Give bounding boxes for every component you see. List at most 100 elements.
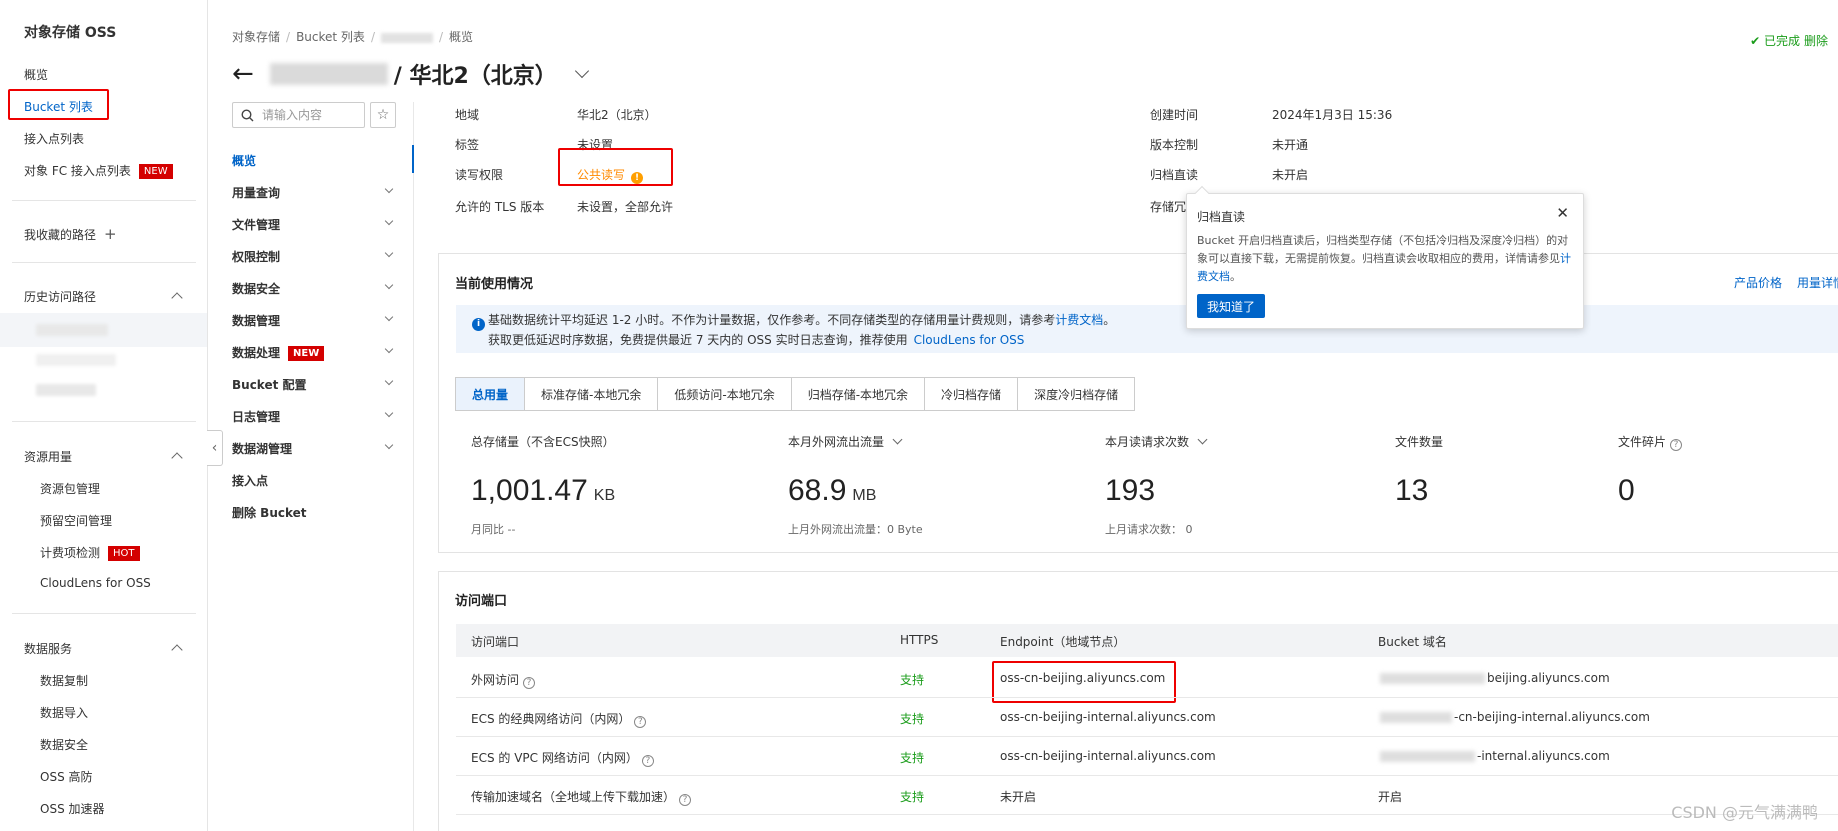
nav-item-logs[interactable]: 日志管理 (232, 408, 402, 425)
history-item-blurred[interactable] (36, 324, 108, 336)
nav-item-delete-bucket[interactable]: 删除 Bucket (232, 504, 402, 521)
bucket-domain[interactable]: -cn-beijing-internal.aliyuncs.com (1380, 710, 1650, 724)
sidebar-item-label: 计费项检测 (40, 546, 101, 560)
history-group-label[interactable]: 历史访问路径 (24, 288, 96, 305)
tab-standard[interactable]: 标准存储-本地冗余 (525, 378, 659, 410)
endpoint-value[interactable]: oss-cn-beijing-internal.aliyuncs.com (1000, 749, 1216, 763)
favorites-group[interactable]: 我收藏的路径 + (24, 226, 117, 243)
history-item-blurred[interactable] (36, 354, 116, 366)
chevron-up-icon[interactable] (171, 644, 183, 656)
nav-item-data-management[interactable]: 数据管理 (232, 312, 402, 329)
help-icon[interactable]: ? (641, 755, 654, 767)
chevron-down-icon[interactable] (892, 434, 903, 445)
sidebar-item-access-points[interactable]: 接入点列表 (24, 130, 84, 147)
search-input[interactable] (262, 108, 352, 122)
breadcrumb-item[interactable]: 对象存储 (232, 30, 280, 44)
highlight-annotation (8, 89, 109, 120)
breadcrumb-item[interactable]: Bucket 列表 (296, 30, 365, 44)
nav-item-access-point[interactable]: 接入点 (232, 472, 402, 489)
tab-deep-cold-archive[interactable]: 深度冷归档存储 (1018, 378, 1134, 410)
back-arrow-icon[interactable]: ← (232, 61, 254, 87)
popover-text: 。 (1230, 270, 1241, 283)
help-icon[interactable]: ? (1670, 439, 1683, 451)
https-support: 支持 (900, 751, 925, 765)
nav-item-data-processing[interactable]: 数据处理 NEW (232, 344, 402, 361)
domain-text: -cn-beijing-internal.aliyuncs.com (1454, 710, 1650, 724)
breadcrumb-bucket-blurred[interactable] (380, 32, 433, 43)
help-icon[interactable]: ? (679, 794, 692, 806)
sidebar-item-reserved-capacity[interactable]: 预留空间管理 (40, 512, 112, 529)
endpoint-name-text: ECS 的 VPC 网络访问（内网） (471, 751, 638, 765)
stat-unit: KB (593, 487, 616, 504)
stat-unit: MB (852, 487, 877, 504)
sidebar-item-data-replication[interactable]: 数据复制 (40, 672, 88, 689)
stat-label-requests[interactable]: 本月读请求次数 (1105, 433, 1208, 450)
bucket-domain[interactable]: -internal.aliyuncs.com (1380, 749, 1610, 763)
archive-read-label: 归档直读 (1150, 168, 1199, 182)
product-price-link[interactable]: 产品价格 (1734, 274, 1782, 291)
resource-group-label[interactable]: 资源用量 (24, 448, 72, 465)
nav-item-label: 数据处理 (232, 346, 281, 360)
created-value: 2024年1月3日 15:36 (1272, 108, 1393, 122)
nav-item-bucket-config[interactable]: Bucket 配置 (232, 376, 402, 393)
tab-cold-archive[interactable]: 冷归档存储 (925, 378, 1019, 410)
stat-label-traffic[interactable]: 本月外网流出流量 (788, 433, 903, 450)
stat-label-text: 文件碎片 (1618, 435, 1667, 449)
sidebar-item-oss-accelerator[interactable]: OSS 加速器 (40, 800, 105, 817)
tag-label: 标签 (455, 138, 480, 152)
nav-item-usage[interactable]: 用量查询 (232, 184, 402, 201)
sidebar-collapse-handle[interactable]: ‹ (207, 430, 223, 466)
column-header: 访问端口 (471, 635, 520, 649)
sidebar-item-oss-ddos[interactable]: OSS 高防 (40, 768, 93, 785)
sidebar-item-resource-packages[interactable]: 资源包管理 (40, 480, 100, 497)
nav-item-data-security[interactable]: 数据安全 (232, 280, 402, 297)
stat-sub-traffic: 上月外网流出流量：0 Byte (788, 523, 923, 536)
chevron-up-icon[interactable] (171, 292, 183, 304)
enable-acceleration-link[interactable]: 开启 (1378, 788, 1402, 805)
sidebar-item-data-security[interactable]: 数据安全 (40, 736, 88, 753)
nav-divider (413, 102, 414, 831)
watermark: CSDN @元气满满鸭 (1671, 803, 1818, 822)
search-icon (241, 108, 254, 121)
tls-value: 未设置，全部允许 (577, 200, 674, 214)
nav-item-label: 权限控制 (232, 250, 281, 264)
sidebar-item-overview[interactable]: 概览 (24, 66, 48, 83)
nav-item-data-lake[interactable]: 数据湖管理 (232, 440, 402, 457)
usage-detail-link[interactable]: 用量详情 (1797, 274, 1838, 291)
help-icon[interactable]: ? (634, 716, 647, 728)
sidebar-item-data-import[interactable]: 数据导入 (40, 704, 88, 721)
version-label: 版本控制 (1150, 138, 1199, 152)
close-icon[interactable]: ✕ (1556, 204, 1569, 222)
new-badge: NEW (138, 164, 173, 179)
history-item-blurred[interactable] (36, 384, 96, 396)
cloudlens-link[interactable]: CloudLens for OSS (914, 333, 1025, 347)
stat-sub-storage: 月同比 -- (471, 523, 516, 536)
stat-label-text: 本月读请求次数 (1105, 435, 1190, 449)
sidebar-item-fc-access-points[interactable]: 对象 FC 接入点列表 NEW (24, 162, 173, 179)
nav-item-permissions[interactable]: 权限控制 (232, 248, 402, 265)
chevron-down-icon[interactable] (574, 63, 589, 79)
stat-value-traffic: 68.9 MB (788, 474, 876, 508)
endpoint-name: ECS 的经典网络访问（内网）? (471, 710, 647, 728)
tab-infrequent[interactable]: 低频访问-本地冗余 (658, 378, 792, 410)
nav-item-files[interactable]: 文件管理 (232, 216, 402, 233)
tab-total[interactable]: 总用量 (456, 378, 526, 410)
bucket-domain[interactable]: beijing.aliyuncs.com (1380, 671, 1610, 685)
billing-doc-link[interactable]: 计费文档 (1055, 313, 1103, 327)
domain-blurred (1380, 673, 1485, 684)
data-services-group-label[interactable]: 数据服务 (24, 640, 72, 657)
help-icon[interactable]: ? (523, 677, 536, 689)
chevron-down-icon[interactable] (1197, 434, 1208, 445)
sidebar-item-cloudlens[interactable]: CloudLens for OSS (40, 576, 151, 590)
chevron-up-icon[interactable] (171, 452, 183, 464)
got-it-button[interactable]: 我知道了 (1197, 294, 1266, 318)
endpoint-value[interactable]: oss-cn-beijing-internal.aliyuncs.com (1000, 710, 1216, 724)
popover-arrow (1194, 185, 1210, 201)
plus-icon[interactable]: + (104, 227, 117, 242)
star-icon[interactable]: ☆ (370, 102, 396, 128)
tab-archive[interactable]: 归档存储-本地冗余 (792, 378, 926, 410)
sidebar-item-billing-check[interactable]: 计费项检测 HOT (40, 544, 140, 561)
status-delete-link[interactable]: 删除 (1804, 34, 1828, 48)
search-box[interactable] (232, 102, 365, 128)
nav-item-overview[interactable]: 概览 (232, 152, 402, 169)
